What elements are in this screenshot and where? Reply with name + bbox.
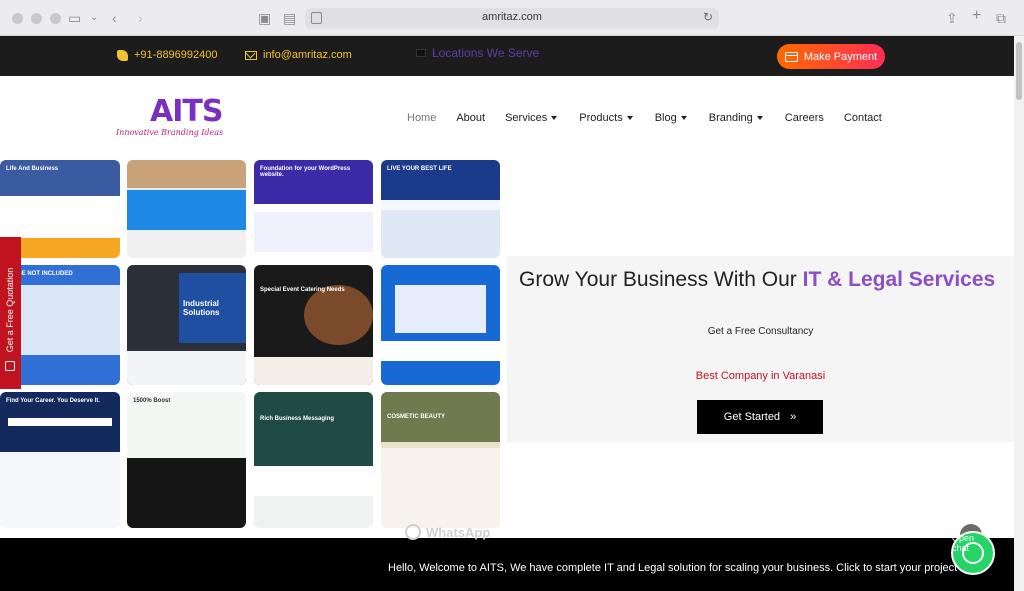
template-tile[interactable]: LIVE YOUR BEST LIFE xyxy=(381,160,500,258)
template-tile[interactable]: COSMETIC BEAUTY xyxy=(381,392,500,528)
template-gallery: Life And Business Foundation for your Wo… xyxy=(0,160,500,538)
address-bar[interactable]: amritaz.com ↻ xyxy=(305,8,719,29)
chevron-down-icon[interactable]: ⌄ xyxy=(90,9,98,27)
tile-caption: 1500% Boost xyxy=(133,398,171,404)
minimize-window-button[interactable] xyxy=(31,13,42,24)
template-tile[interactable]: Foundation for your WordPress website. xyxy=(254,160,373,258)
tile-caption: Special Event Catering Needs xyxy=(260,287,345,293)
caret-down-icon xyxy=(756,116,763,120)
nav-item-label: Home xyxy=(407,112,437,124)
nav-item-label: Products xyxy=(579,112,623,124)
close-window-button[interactable] xyxy=(12,13,23,24)
nav-item-label: Services xyxy=(505,112,548,124)
tab-overview-icon[interactable]: ⧉ xyxy=(996,9,1006,27)
email-link[interactable]: info@amritaz.com xyxy=(245,49,352,61)
maximize-window-button[interactable] xyxy=(50,13,61,24)
whatsapp-label: WhatsApp xyxy=(405,524,490,540)
template-tile[interactable]: Find Your Career. You Deserve It. xyxy=(0,392,120,528)
caret-down-icon xyxy=(551,116,558,120)
nav-item-label: About xyxy=(456,112,486,124)
nav-item-blog[interactable]: Blog xyxy=(655,112,687,124)
scrollbar-thumb[interactable] xyxy=(1016,42,1022,100)
reload-icon[interactable]: ↻ xyxy=(703,10,713,24)
caret-down-icon xyxy=(626,116,633,120)
tile-caption: Find Your Career. You Deserve It. xyxy=(6,398,100,404)
template-tile[interactable]: Special Event Catering Needs xyxy=(254,265,373,385)
whatsapp-icon xyxy=(405,524,421,540)
nav-item-home[interactable]: Home xyxy=(407,112,436,124)
tile-caption: LIVE YOUR BEST LIFE xyxy=(387,166,452,172)
get-started-button[interactable]: Get Started » xyxy=(697,400,823,434)
logo-tagline: Innovative Branding Ideas xyxy=(116,128,224,137)
whatsapp-label-text: WhatsApp xyxy=(426,524,491,540)
page-scrollbar[interactable] xyxy=(1014,36,1024,591)
nav-item-careers[interactable]: Careers xyxy=(785,112,824,124)
locations-link[interactable]: Locations We Serve xyxy=(416,46,539,60)
forward-icon[interactable]: › xyxy=(138,9,143,27)
hero-title-plain: Grow Your Business With Our xyxy=(519,268,803,291)
nav-item-label: Blog xyxy=(654,112,677,124)
free-quotation-tab[interactable]: Get a Free Quotation xyxy=(0,237,21,389)
tile-caption: Foundation for your WordPress website. xyxy=(260,166,351,178)
browser-toolbar: ▭ ⌄ ‹ › ▣ ▤ amritaz.com ↻ ⇪ + ⧉ xyxy=(0,0,1024,36)
nav-item-branding[interactable]: Branding xyxy=(709,112,763,124)
make-payment-label: Make Payment xyxy=(803,50,878,63)
hero-subtitle: Get a Free Consultancy xyxy=(707,326,814,337)
phone-icon xyxy=(117,49,128,61)
free-quotation-label: Get a Free Quotation xyxy=(5,267,15,353)
template-tile[interactable] xyxy=(381,265,500,385)
privacy-shield-icon[interactable]: ▣ xyxy=(258,9,271,27)
locations-label: Locations We Serve xyxy=(432,46,540,60)
reader-icon[interactable]: ▤ xyxy=(283,9,296,27)
whatsapp-banner[interactable]: WhatsApp Hello, Welcome to AITS, We have… xyxy=(0,524,1014,591)
logo-wordmark: AITS xyxy=(150,94,223,129)
site-logo[interactable]: AITS Innovative Branding Ideas xyxy=(116,94,226,144)
main-navigation: AITS Innovative Branding Ideas Home Abou… xyxy=(0,76,1014,160)
template-tile[interactable]: 1500% Boost xyxy=(127,392,246,528)
welcome-message: Hello, Welcome to AITS, We have complete… xyxy=(388,562,983,574)
nav-item-label: Contact xyxy=(843,112,882,124)
hero-title: Grow Your Business With Our IT & Legal S… xyxy=(519,268,995,292)
nav-item-label: Branding xyxy=(708,112,753,124)
map-icon xyxy=(416,49,426,57)
url-text: amritaz.com xyxy=(482,11,542,23)
template-tile[interactable]: Rich Business Messaging xyxy=(254,392,373,528)
back-icon[interactable]: ‹ xyxy=(112,9,117,27)
tile-caption: Life And Business xyxy=(6,166,59,172)
share-icon[interactable]: ⇪ xyxy=(946,9,958,27)
hero-title-accent: IT & Legal Services xyxy=(802,268,996,291)
hero-section: Grow Your Business With Our IT & Legal S… xyxy=(507,256,1014,442)
template-tile[interactable]: Industrial Solutions xyxy=(127,265,246,385)
new-tab-icon[interactable]: + xyxy=(972,7,981,25)
form-icon xyxy=(5,361,15,371)
caret-down-icon xyxy=(680,116,687,120)
make-payment-button[interactable]: Make Payment xyxy=(777,44,885,69)
double-chevron-right-icon: » xyxy=(790,411,797,423)
nav-menu: Home About Services Products Blog Brandi… xyxy=(407,112,882,124)
tile-caption: Industrial Solutions xyxy=(183,299,220,317)
open-chat-label: Open chat xyxy=(952,533,975,553)
get-started-label: Get Started xyxy=(723,411,781,423)
nav-item-about[interactable]: About xyxy=(456,112,485,124)
phone-number: +91-8896992400 xyxy=(134,49,218,61)
nav-item-services[interactable]: Services xyxy=(505,112,558,124)
template-tile[interactable] xyxy=(127,160,246,258)
phone-link[interactable]: +91-8896992400 xyxy=(117,49,218,61)
browser-window: ▭ ⌄ ‹ › ▣ ▤ amritaz.com ↻ ⇪ + ⧉ +91-8896… xyxy=(0,0,1024,591)
tile-caption: COSMETIC BEAUTY xyxy=(387,414,446,420)
credit-card-icon xyxy=(784,51,798,62)
tile-caption: Rich Business Messaging xyxy=(260,416,335,422)
nav-item-label: Careers xyxy=(784,112,824,124)
sidebar-toggle-icon[interactable]: ▭ xyxy=(68,9,81,27)
nav-item-products[interactable]: Products xyxy=(579,112,633,124)
nav-item-contact[interactable]: Contact xyxy=(844,112,882,124)
mail-icon xyxy=(245,50,257,60)
hero-best-company: Best Company in Varanasi xyxy=(695,370,826,382)
window-controls xyxy=(12,13,61,24)
email-address: info@amritaz.com xyxy=(263,49,352,61)
